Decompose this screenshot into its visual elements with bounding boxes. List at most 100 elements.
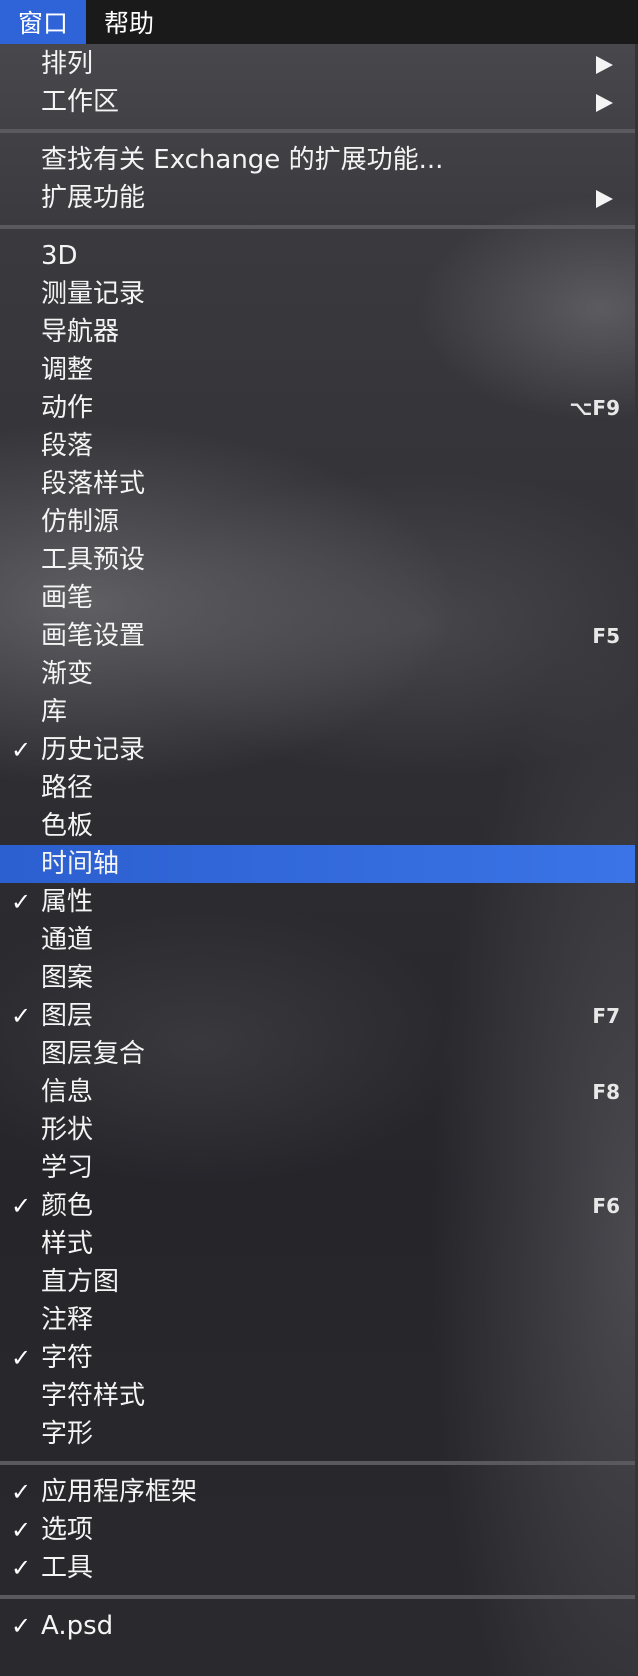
menu-item-label: 字符 xyxy=(41,1343,94,1373)
menu-item-label: 颜色 xyxy=(41,1191,94,1221)
menu-item[interactable]: 信息 F8 xyxy=(0,1073,635,1111)
menu-item-label: 样式 xyxy=(41,1229,94,1259)
menu-item-label: 仿制源 xyxy=(41,507,120,537)
menu-section: 排列工作区 xyxy=(0,45,635,121)
menu-item[interactable]: 学习 xyxy=(0,1149,635,1187)
submenu-arrow-icon xyxy=(596,56,613,74)
checkmark-icon: ✓ xyxy=(10,1002,32,1030)
menu-item[interactable]: 调整 xyxy=(0,351,635,389)
menu-section: ✓ A.psd xyxy=(0,1607,635,1645)
menu-item[interactable]: ✓ 应用程序框架 xyxy=(0,1473,635,1511)
menu-item-label: 测量记录 xyxy=(41,279,146,309)
menu-item-shortcut: F5 xyxy=(592,624,620,648)
menu-item[interactable]: 段落 xyxy=(0,427,635,465)
menu-item-label: 动作 xyxy=(41,393,94,423)
menu-item[interactable]: 排列 xyxy=(0,45,635,83)
submenu-arrow-icon xyxy=(596,94,613,112)
menu-section: 3D 测量记录导航器调整动作 ⌥F9 段落段落样式仿制源工具预设画笔画笔设置 F5 渐变库… xyxy=(0,237,635,1453)
menubar-item-help[interactable]: 帮助 xyxy=(86,0,172,44)
menu-item[interactable]: ✓ 选项 xyxy=(0,1511,635,1549)
menu-item-label: 信息 xyxy=(41,1077,94,1107)
menu-item-label: 学习 xyxy=(41,1153,94,1183)
menu-item-label: 渐变 xyxy=(41,659,94,689)
menu-item[interactable]: 时间轴 xyxy=(0,845,635,883)
checkmark-icon: ✓ xyxy=(10,1554,32,1582)
menu-item-label: 路径 xyxy=(41,773,94,803)
menu-item[interactable]: 画笔设置 F5 xyxy=(0,617,635,655)
menu-item[interactable]: 注释 xyxy=(0,1301,635,1339)
menubar-item-window[interactable]: 窗口 xyxy=(0,0,87,44)
menu-item-label: 色板 xyxy=(41,811,94,841)
menu-item-shortcut: F8 xyxy=(592,1080,620,1104)
menu-item-label: 形状 xyxy=(41,1115,94,1145)
menu-separator xyxy=(0,129,635,133)
checkmark-icon: ✓ xyxy=(10,1478,32,1506)
menu-item[interactable]: ✓ A.psd xyxy=(0,1607,635,1645)
menu-items-container: 排列工作区查找有关 Exchange 的扩展功能... 扩展功能 3D 测量记录导航器… xyxy=(0,44,635,1645)
menu-item-label: 工具 xyxy=(41,1553,94,1583)
menu-separator xyxy=(0,225,635,229)
checkmark-icon: ✓ xyxy=(10,736,32,764)
menu-item[interactable]: 工作区 xyxy=(0,83,635,121)
menu-item[interactable]: 画笔 xyxy=(0,579,635,617)
menu-item-label: 图案 xyxy=(41,963,94,993)
window-menu-dropdown: 排列工作区查找有关 Exchange 的扩展功能... 扩展功能 3D 测量记录导航器… xyxy=(0,44,635,1676)
menu-item[interactable]: 段落样式 xyxy=(0,465,635,503)
menu-item-label: A.psd xyxy=(41,1611,114,1641)
menu-item-label: 注释 xyxy=(41,1305,94,1335)
menu-item-label: 导航器 xyxy=(41,317,120,347)
menu-item[interactable]: 扩展功能 xyxy=(0,179,635,217)
menu-item[interactable]: 路径 xyxy=(0,769,635,807)
menu-item[interactable]: ✓ 工具 xyxy=(0,1549,635,1587)
menu-item[interactable]: 导航器 xyxy=(0,313,635,351)
menu-item-label: 段落 xyxy=(41,431,94,461)
menu-item-label: 字符样式 xyxy=(41,1381,146,1411)
menu-section: 查找有关 Exchange 的扩展功能... 扩展功能 xyxy=(0,141,635,217)
menu-item[interactable]: 通道 xyxy=(0,921,635,959)
menu-item[interactable]: 工具预设 xyxy=(0,541,635,579)
menu-item[interactable]: 渐变 xyxy=(0,655,635,693)
menu-item[interactable]: ✓ 图层 F7 xyxy=(0,997,635,1035)
menu-item[interactable]: ✓ 属性 xyxy=(0,883,635,921)
checkmark-icon: ✓ xyxy=(10,1192,32,1220)
menu-item[interactable]: ✓ 历史记录 xyxy=(0,731,635,769)
menu-item[interactable]: 仿制源 xyxy=(0,503,635,541)
menu-item-label: 属性 xyxy=(41,887,94,917)
menu-item-label: 排列 xyxy=(41,49,94,79)
menu-item[interactable]: 色板 xyxy=(0,807,635,845)
menu-item[interactable]: 3D xyxy=(0,237,635,275)
menu-separator xyxy=(0,1461,635,1465)
menu-item-label: 工具预设 xyxy=(41,545,146,575)
menu-item[interactable]: 测量记录 xyxy=(0,275,635,313)
menu-section: ✓ 应用程序框架 ✓ 选项 ✓ 工具 xyxy=(0,1473,635,1587)
menu-item[interactable]: 字形 xyxy=(0,1415,635,1453)
menu-item-label: 3D xyxy=(41,241,78,271)
menu-item[interactable]: 直方图 xyxy=(0,1263,635,1301)
menu-item-label: 画笔设置 xyxy=(41,621,146,651)
checkmark-icon: ✓ xyxy=(10,1516,32,1544)
menu-item[interactable]: 字符样式 xyxy=(0,1377,635,1415)
submenu-arrow-icon xyxy=(596,190,613,208)
menu-item-label: 查找有关 Exchange 的扩展功能... xyxy=(41,145,444,175)
menu-item[interactable]: 动作 ⌥F9 xyxy=(0,389,635,427)
menu-item-shortcut: ⌥F9 xyxy=(569,396,620,420)
menu-item-shortcut: F7 xyxy=(592,1004,620,1028)
menu-item-label: 时间轴 xyxy=(41,849,120,879)
menu-item-shortcut: F6 xyxy=(592,1194,620,1218)
menu-item-label: 扩展功能 xyxy=(41,183,146,213)
menu-item[interactable]: ✓ 字符 xyxy=(0,1339,635,1377)
menu-item[interactable]: 图层复合 xyxy=(0,1035,635,1073)
menu-item-label: 字形 xyxy=(41,1419,94,1449)
menu-item-label: 库 xyxy=(41,697,68,727)
menu-item-label: 图层复合 xyxy=(41,1039,146,1069)
menu-item[interactable]: 形状 xyxy=(0,1111,635,1149)
menu-item-label: 通道 xyxy=(41,925,94,955)
menu-item[interactable]: 查找有关 Exchange 的扩展功能... xyxy=(0,141,635,179)
menu-item-label: 直方图 xyxy=(41,1267,120,1297)
menu-item[interactable]: 库 xyxy=(0,693,635,731)
menu-item-label: 历史记录 xyxy=(41,735,146,765)
menu-item[interactable]: 样式 xyxy=(0,1225,635,1263)
menu-item[interactable]: 图案 xyxy=(0,959,635,997)
menu-item-label: 图层 xyxy=(41,1001,94,1031)
menu-item[interactable]: ✓ 颜色 F6 xyxy=(0,1187,635,1225)
